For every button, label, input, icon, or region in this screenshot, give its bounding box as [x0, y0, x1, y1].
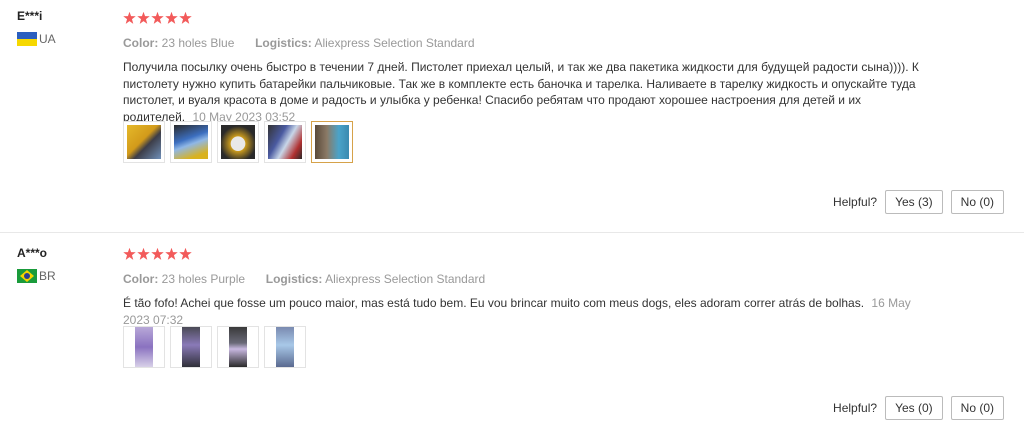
logistics-value: Aliexpress Selection Standard [314, 36, 475, 50]
reviewer-country: UA [17, 32, 56, 46]
brazil-flag-icon [17, 269, 37, 283]
photo-image [229, 327, 247, 367]
ukraine-flag-icon [17, 32, 37, 46]
reviewer-name: E***i [17, 9, 43, 23]
logistics-label: Logistics: [265, 272, 323, 286]
helpful-controls: Helpful? Yes (3) No (0) [833, 190, 1004, 214]
color-label: Color: [123, 272, 159, 286]
photo-image [135, 327, 153, 367]
helpful-label: Helpful? [833, 195, 878, 209]
review-photos [123, 326, 306, 368]
helpful-no-button[interactable]: No (0) [950, 396, 1004, 420]
photo-thumbnail[interactable] [264, 326, 306, 368]
country-code: UA [39, 32, 56, 46]
photo-image [268, 125, 302, 159]
photo-image [182, 327, 200, 367]
color-value: 23 holes Blue [161, 36, 235, 50]
star-icon [179, 11, 192, 24]
reviewer-info: A***o BR [17, 246, 56, 283]
review-text: Получила посылку очень быстро в течении … [123, 59, 923, 125]
photo-thumbnail[interactable] [123, 326, 165, 368]
review-meta: Color: 23 holes Blue Logistics: Aliexpre… [123, 36, 923, 50]
photo-thumbnail[interactable] [217, 326, 259, 368]
star-icon [165, 11, 178, 24]
photo-image [221, 125, 255, 159]
photo-image [127, 125, 161, 159]
star-icon [137, 11, 150, 24]
helpful-controls: Helpful? Yes (0) No (0) [833, 396, 1004, 420]
review-item: A***o BR Color: 23 holes Purple Logistic… [0, 234, 1024, 437]
logistics-label: Logistics: [255, 36, 312, 50]
reviewer-name: A***o [17, 246, 48, 260]
star-icon [151, 247, 164, 260]
reviewer-info: E***i UA [17, 9, 56, 46]
photo-thumbnail[interactable] [170, 326, 212, 368]
star-icon [123, 11, 136, 24]
reviewer-country: BR [17, 269, 56, 283]
star-icon [137, 247, 150, 260]
review-content: Color: 23 holes Blue Logistics: Aliexpre… [123, 11, 923, 125]
star-icon [151, 11, 164, 24]
photo-thumbnail-selected[interactable] [311, 121, 353, 163]
photo-image [276, 327, 294, 367]
helpful-no-button[interactable]: No (0) [950, 190, 1004, 214]
photo-thumbnail[interactable] [123, 121, 165, 163]
review-photos [123, 121, 353, 163]
logistics-value: Aliexpress Selection Standard [325, 272, 486, 286]
helpful-yes-button[interactable]: Yes (3) [885, 190, 943, 214]
review-text: É tão fofo! Achei que fosse um pouco mai… [123, 295, 923, 328]
photo-image [315, 125, 349, 159]
helpful-label: Helpful? [833, 401, 878, 415]
color-value: 23 holes Purple [161, 272, 246, 286]
review-item: E***i UA Color: 23 holes Blue Logistics:… [0, 0, 1024, 233]
star-icon [179, 247, 192, 260]
country-code: BR [39, 269, 56, 283]
review-content: Color: 23 holes Purple Logistics: Aliexp… [123, 247, 923, 328]
star-rating [123, 11, 923, 25]
color-label: Color: [123, 36, 159, 50]
review-meta: Color: 23 holes Purple Logistics: Aliexp… [123, 272, 923, 286]
photo-image [174, 125, 208, 159]
photo-thumbnail[interactable] [170, 121, 212, 163]
photo-thumbnail[interactable] [264, 121, 306, 163]
star-icon [123, 247, 136, 260]
review-body: É tão fofo! Achei que fosse um pouco mai… [123, 296, 865, 310]
photo-thumbnail[interactable] [217, 121, 259, 163]
helpful-yes-button[interactable]: Yes (0) [885, 396, 943, 420]
star-rating [123, 247, 923, 261]
star-icon [165, 247, 178, 260]
